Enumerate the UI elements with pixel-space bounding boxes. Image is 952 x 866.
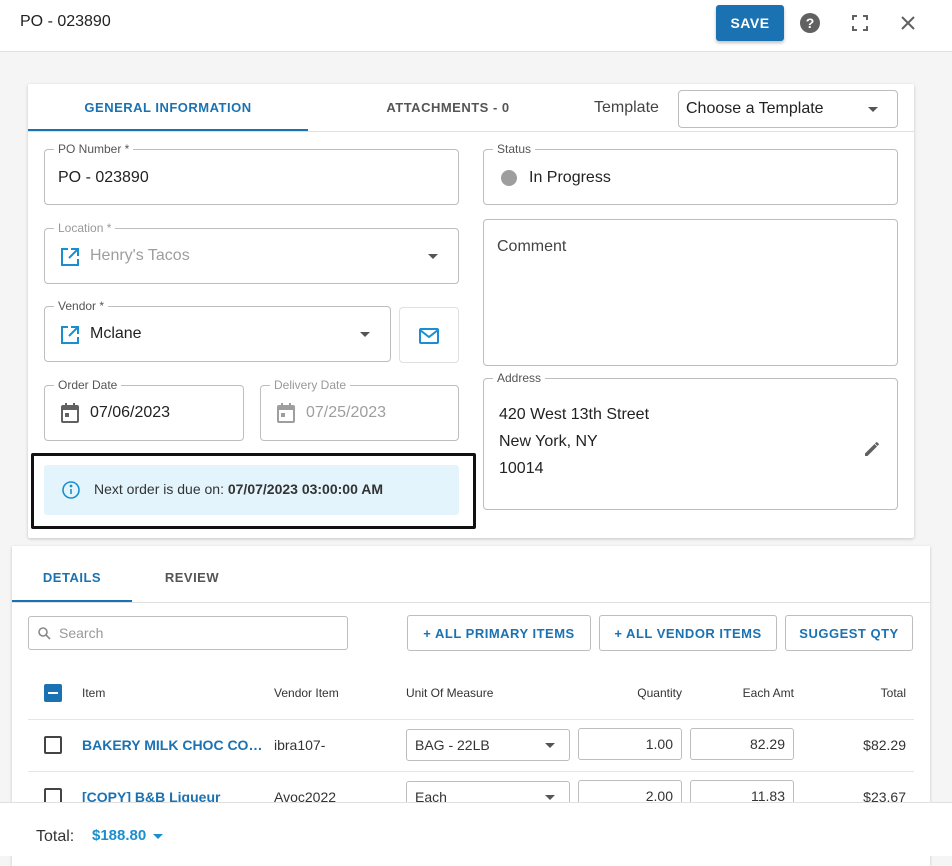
total-cell: $82.29 bbox=[863, 737, 906, 753]
chevron-down-icon bbox=[428, 254, 438, 259]
template-select[interactable]: Choose a Template bbox=[678, 90, 898, 128]
calendar-icon[interactable] bbox=[61, 403, 79, 428]
col-header-vendor-item[interactable]: Vendor Item bbox=[274, 686, 339, 700]
page-title: PO - 023890 bbox=[20, 13, 111, 30]
address-line-3: 10014 bbox=[499, 460, 544, 477]
comment-placeholder: Comment bbox=[497, 238, 567, 255]
footer-bar: Total: $188.80 bbox=[0, 802, 952, 856]
col-header-item[interactable]: Item bbox=[82, 686, 105, 700]
quantity-input[interactable]: 1.00 bbox=[578, 728, 682, 760]
search-placeholder: Search bbox=[59, 625, 104, 641]
status-dot-icon bbox=[501, 170, 517, 186]
status-field[interactable]: Status In Progress bbox=[483, 142, 898, 205]
vendor-item-cell: ibra107- bbox=[274, 737, 326, 753]
col-header-total[interactable]: Total bbox=[830, 686, 906, 700]
order-date-label: Order Date bbox=[54, 378, 122, 392]
chevron-down-icon bbox=[360, 332, 370, 337]
chevron-down-icon bbox=[868, 107, 878, 112]
uom-select[interactable]: BAG - 22LB bbox=[406, 729, 570, 761]
template-select-value: Choose a Template bbox=[686, 100, 824, 117]
svg-text:?: ? bbox=[806, 15, 815, 31]
po-number-value: PO - 023890 bbox=[58, 169, 149, 186]
location-field[interactable]: Location * Henry's Tacos bbox=[44, 221, 459, 284]
address-label: Address bbox=[493, 371, 546, 385]
open-in-new-icon[interactable] bbox=[60, 325, 80, 350]
dialog-header: PO - 023890 SAVE ? bbox=[0, 0, 952, 52]
vendor-value: Mclane bbox=[90, 325, 142, 342]
select-all-checkbox[interactable] bbox=[44, 684, 62, 702]
row-divider bbox=[28, 719, 914, 720]
col-header-each-amt[interactable]: Each Amt bbox=[710, 686, 794, 700]
chevron-down-icon bbox=[545, 743, 555, 748]
row-checkbox[interactable] bbox=[44, 736, 62, 754]
tab-details[interactable]: DETAILS bbox=[12, 570, 132, 585]
email-vendor-button[interactable] bbox=[399, 307, 459, 363]
tab-general-information[interactable]: GENERAL INFORMATION bbox=[28, 100, 308, 115]
fullscreen-icon[interactable] bbox=[847, 10, 873, 36]
address-line-1: 420 West 13th Street bbox=[499, 406, 650, 423]
tab-divider bbox=[28, 131, 914, 132]
vendor-label: Vendor * bbox=[54, 299, 109, 313]
suggest-qty-button[interactable]: SUGGEST QTY bbox=[785, 615, 913, 651]
each-amt-input[interactable]: 82.29 bbox=[690, 728, 794, 760]
tab-attachments[interactable]: ATTACHMENTS - 0 bbox=[308, 100, 588, 115]
address-field[interactable]: Address 420 West 13th Street New York, N… bbox=[483, 371, 898, 510]
col-header-quantity[interactable]: Quantity bbox=[600, 686, 682, 700]
vendor-field[interactable]: Vendor * Mclane bbox=[44, 299, 391, 362]
tab-divider bbox=[12, 602, 930, 603]
search-input[interactable]: Search bbox=[28, 616, 348, 650]
delivery-date-field[interactable]: Delivery Date 07/25/2023 bbox=[260, 378, 459, 441]
order-date-field[interactable]: Order Date 07/06/2023 bbox=[44, 378, 244, 441]
save-button[interactable]: SAVE bbox=[716, 5, 784, 41]
help-icon[interactable]: ? bbox=[797, 10, 823, 36]
comment-field[interactable]: Comment bbox=[483, 219, 898, 366]
edit-pencil-icon[interactable] bbox=[863, 440, 881, 463]
chevron-down-icon[interactable] bbox=[153, 834, 163, 839]
add-all-primary-items-button[interactable]: + ALL PRIMARY ITEMS bbox=[407, 615, 591, 651]
item-link[interactable]: BAKERY MILK CHOC COUVERTURE bbox=[82, 737, 268, 753]
minus-icon bbox=[48, 692, 58, 694]
po-number-label: PO Number * bbox=[54, 142, 134, 156]
highlight-frame bbox=[31, 453, 476, 529]
calendar-icon[interactable] bbox=[277, 403, 295, 428]
add-all-vendor-items-button[interactable]: + ALL VENDOR ITEMS bbox=[599, 615, 777, 651]
total-label: Total: bbox=[36, 828, 75, 845]
location-value: Henry's Tacos bbox=[90, 247, 190, 264]
tab-review[interactable]: REVIEW bbox=[132, 570, 252, 585]
po-number-field[interactable]: PO Number * PO - 023890 bbox=[44, 142, 459, 205]
open-in-new-icon[interactable] bbox=[60, 247, 80, 272]
location-label: Location * bbox=[54, 221, 116, 235]
close-icon[interactable] bbox=[895, 10, 921, 36]
address-line-2: New York, NY bbox=[499, 433, 598, 450]
row-divider bbox=[28, 771, 914, 772]
total-value[interactable]: $188.80 bbox=[92, 827, 146, 844]
delivery-date-label: Delivery Date bbox=[270, 378, 351, 392]
uom-select-value: BAG - 22LB bbox=[415, 737, 490, 753]
delivery-date-value: 07/25/2023 bbox=[306, 404, 387, 421]
status-label: Status bbox=[493, 142, 536, 156]
template-label: Template bbox=[594, 99, 659, 116]
order-date-value: 07/06/2023 bbox=[90, 404, 171, 421]
mail-icon bbox=[419, 328, 439, 349]
col-header-uom[interactable]: Unit Of Measure bbox=[406, 686, 493, 700]
search-icon bbox=[38, 627, 51, 645]
status-value: In Progress bbox=[529, 169, 611, 186]
chevron-down-icon bbox=[545, 795, 555, 800]
